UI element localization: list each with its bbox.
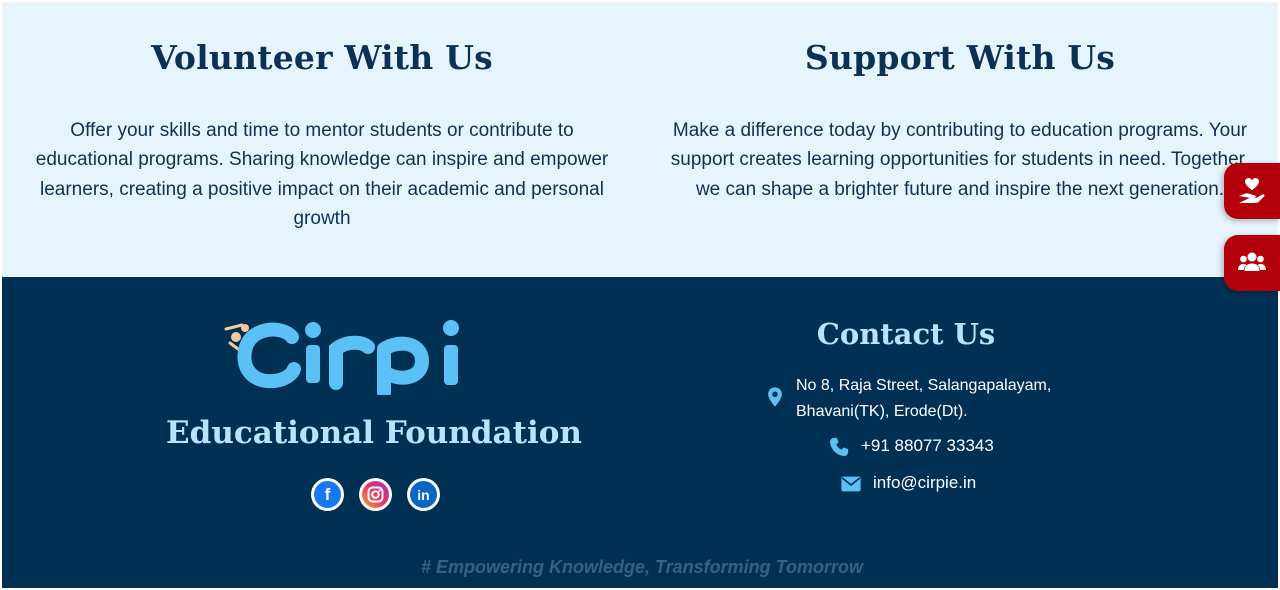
cirpi-logo-graphic: [224, 320, 459, 400]
support-title: Support With Us: [804, 38, 1116, 77]
address-line-1: No 8, Raja Street, Salangapalayam,: [796, 377, 1052, 394]
envelope-icon: [841, 476, 861, 492]
linkedin-icon: in: [410, 481, 437, 508]
facebook-link[interactable]: f: [311, 478, 344, 511]
phone-number: +91 88077 33343: [861, 436, 994, 455]
volunteer-block: Volunteer With Us Offer your skills and …: [32, 2, 612, 233]
location-pin-icon: [768, 387, 782, 407]
email-address: info@cirpie.in: [873, 473, 977, 492]
foundation-name: Educational Foundation: [166, 415, 582, 451]
facebook-icon: f: [314, 481, 341, 508]
cirpi-logo[interactable]: [222, 315, 472, 400]
address-line-2: Bhavani(TK), Erode(Dt).: [796, 403, 968, 420]
contact-title: Contact Us: [816, 317, 996, 351]
contact-phone[interactable]: +91 88077 33343: [828, 436, 994, 458]
cta-section: Volunteer With Us Offer your skills and …: [2, 2, 1278, 277]
linkedin-link[interactable]: in: [407, 478, 440, 511]
support-block: Support With Us Make a difference today …: [670, 2, 1250, 204]
instagram-icon: [362, 481, 389, 508]
donate-button[interactable]: [1224, 163, 1280, 219]
volunteer-title: Volunteer With Us: [151, 38, 493, 77]
volunteer-group-button[interactable]: [1224, 235, 1280, 291]
contact-address: No 8, Raja Street, Salangapalayam, Bhava…: [764, 373, 1051, 425]
footer-tagline: # Empowering Knowledge, Transforming Tom…: [420, 557, 864, 577]
donate-hand-heart-icon: [1239, 178, 1265, 203]
support-text: Make a difference today by contributing …: [670, 120, 1250, 200]
instagram-link[interactable]: [359, 478, 392, 511]
contact-email[interactable]: info@cirpie.in: [840, 473, 976, 495]
users-group-icon: [1238, 252, 1266, 271]
volunteer-text: Offer your skills and time to mentor stu…: [35, 120, 609, 229]
social-links: f in: [311, 478, 440, 511]
phone-icon: [830, 437, 849, 456]
site-footer: Educational Foundation f in Contact Us N…: [2, 277, 1278, 588]
